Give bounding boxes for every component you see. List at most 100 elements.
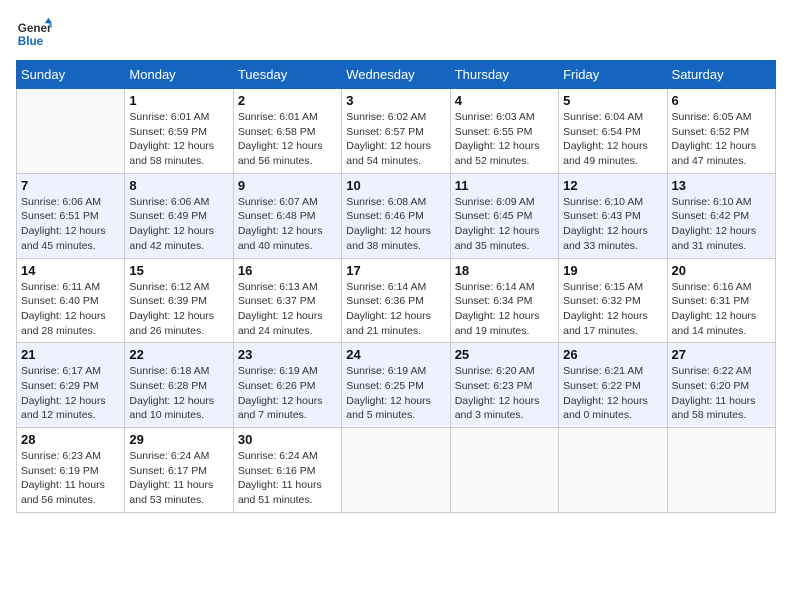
day-cell: 2Sunrise: 6:01 AMSunset: 6:58 PMDaylight… [233, 89, 341, 174]
day-number: 11 [455, 178, 554, 193]
day-info: Sunrise: 6:02 AMSunset: 6:57 PMDaylight:… [346, 110, 445, 169]
day-number: 22 [129, 347, 228, 362]
day-number: 28 [21, 432, 120, 447]
day-cell [17, 89, 125, 174]
day-cell: 23Sunrise: 6:19 AMSunset: 6:26 PMDayligh… [233, 343, 341, 428]
day-cell: 16Sunrise: 6:13 AMSunset: 6:37 PMDayligh… [233, 258, 341, 343]
week-row-1: 1 Sunrise: 6:01 AMSunset: 6:59 PMDaylight… [17, 89, 776, 174]
day-cell [559, 428, 667, 513]
day-info: Sunrise: 6:05 AMSunset: 6:52 PMDaylight:… [672, 110, 771, 169]
day-cell: 17 Sunrise: 6:14 AMSunset: 6:36 PMDayligh… [342, 258, 450, 343]
day-info: Sunrise: 6:04 AMSunset: 6:54 PMDaylight:… [563, 110, 662, 169]
header-tuesday: Tuesday [233, 61, 341, 89]
day-cell: 15 Sunrise: 6:12 AMSunset: 6:39 PMDayligh… [125, 258, 233, 343]
day-number: 18 [455, 263, 554, 278]
day-info: Sunrise: 6:22 AMSunset: 6:20 PMDaylight:… [672, 364, 771, 423]
day-number: 5 [563, 93, 662, 108]
svg-text:Blue: Blue [18, 35, 44, 48]
day-cell [667, 428, 775, 513]
day-info: Sunrise: 6:07 AMSunset: 6:48 PMDaylight:… [238, 195, 337, 254]
day-info: Sunrise: 6:21 AMSunset: 6:22 PMDaylight:… [563, 364, 662, 423]
day-info: Sunrise: 6:06 AMSunset: 6:49 PMDaylight:… [129, 195, 228, 254]
calendar-table: SundayMondayTuesdayWednesdayThursdayFrid… [16, 60, 776, 513]
day-info: Sunrise: 6:14 AMSunset: 6:34 PMDaylight:… [455, 280, 554, 339]
day-info: Sunrise: 6:10 AMSunset: 6:43 PMDaylight:… [563, 195, 662, 254]
day-cell: 19Sunrise: 6:15 AMSunset: 6:32 PMDayligh… [559, 258, 667, 343]
day-info: Sunrise: 6:13 AMSunset: 6:37 PMDaylight:… [238, 280, 337, 339]
day-cell: 20Sunrise: 6:16 AMSunset: 6:31 PMDayligh… [667, 258, 775, 343]
day-number: 29 [129, 432, 228, 447]
week-row-2: 7Sunrise: 6:06 AMSunset: 6:51 PMDaylight… [17, 173, 776, 258]
day-info: Sunrise: 6:17 AMSunset: 6:29 PMDaylight:… [21, 364, 120, 423]
header-sunday: Sunday [17, 61, 125, 89]
day-info: Sunrise: 6:03 AMSunset: 6:55 PMDaylight:… [455, 110, 554, 169]
day-cell: 29Sunrise: 6:24 AMSunset: 6:17 PMDayligh… [125, 428, 233, 513]
day-info: Sunrise: 6:15 AMSunset: 6:32 PMDaylight:… [563, 280, 662, 339]
day-number: 17 [346, 263, 445, 278]
day-cell [450, 428, 558, 513]
header-monday: Monday [125, 61, 233, 89]
day-info: Sunrise: 6:20 AMSunset: 6:23 PMDaylight:… [455, 364, 554, 423]
day-cell: 26 Sunrise: 6:21 AMSunset: 6:22 PMDayligh… [559, 343, 667, 428]
svg-text:General: General [18, 22, 52, 35]
day-cell: 25 Sunrise: 6:20 AMSunset: 6:23 PMDayligh… [450, 343, 558, 428]
day-number: 14 [21, 263, 120, 278]
day-number: 24 [346, 347, 445, 362]
day-info: Sunrise: 6:06 AMSunset: 6:51 PMDaylight:… [21, 195, 120, 254]
day-number: 10 [346, 178, 445, 193]
day-info: Sunrise: 6:08 AMSunset: 6:46 PMDaylight:… [346, 195, 445, 254]
day-cell: 24 Sunrise: 6:19 AMSunset: 6:25 PMDayligh… [342, 343, 450, 428]
header-wednesday: Wednesday [342, 61, 450, 89]
day-info: Sunrise: 6:16 AMSunset: 6:31 PMDaylight:… [672, 280, 771, 339]
day-number: 4 [455, 93, 554, 108]
day-number: 1 [129, 93, 228, 108]
day-info: Sunrise: 6:09 AMSunset: 6:45 PMDaylight:… [455, 195, 554, 254]
day-info: Sunrise: 6:18 AMSunset: 6:28 PMDaylight:… [129, 364, 228, 423]
day-cell: 30 Sunrise: 6:24 AMSunset: 6:16 PMDayligh… [233, 428, 341, 513]
day-cell: 1 Sunrise: 6:01 AMSunset: 6:59 PMDaylight… [125, 89, 233, 174]
day-number: 25 [455, 347, 554, 362]
day-number: 30 [238, 432, 337, 447]
day-cell: 13 Sunrise: 6:10 AMSunset: 6:42 PMDayligh… [667, 173, 775, 258]
header-saturday: Saturday [667, 61, 775, 89]
day-cell [342, 428, 450, 513]
day-cell: 14 Sunrise: 6:11 AMSunset: 6:40 PMDayligh… [17, 258, 125, 343]
day-cell: 21 Sunrise: 6:17 AMSunset: 6:29 PMDayligh… [17, 343, 125, 428]
logo-icon: General Blue [16, 16, 52, 52]
day-info: Sunrise: 6:01 AMSunset: 6:58 PMDaylight:… [238, 110, 337, 169]
day-cell: 12Sunrise: 6:10 AMSunset: 6:43 PMDayligh… [559, 173, 667, 258]
day-info: Sunrise: 6:23 AMSunset: 6:19 PMDaylight:… [21, 449, 120, 508]
day-number: 3 [346, 93, 445, 108]
week-row-3: 14 Sunrise: 6:11 AMSunset: 6:40 PMDayligh… [17, 258, 776, 343]
day-info: Sunrise: 6:11 AMSunset: 6:40 PMDaylight:… [21, 280, 120, 339]
day-info: Sunrise: 6:10 AMSunset: 6:42 PMDaylight:… [672, 195, 771, 254]
header-thursday: Thursday [450, 61, 558, 89]
day-cell: 11 Sunrise: 6:09 AMSunset: 6:45 PMDayligh… [450, 173, 558, 258]
day-cell: 6 Sunrise: 6:05 AMSunset: 6:52 PMDaylight… [667, 89, 775, 174]
day-cell: 18 Sunrise: 6:14 AMSunset: 6:34 PMDayligh… [450, 258, 558, 343]
calendar-header: SundayMondayTuesdayWednesdayThursdayFrid… [17, 61, 776, 89]
day-cell: 27 Sunrise: 6:22 AMSunset: 6:20 PMDayligh… [667, 343, 775, 428]
day-number: 21 [21, 347, 120, 362]
day-info: Sunrise: 6:19 AMSunset: 6:26 PMDaylight:… [238, 364, 337, 423]
day-number: 8 [129, 178, 228, 193]
day-info: Sunrise: 6:14 AMSunset: 6:36 PMDaylight:… [346, 280, 445, 339]
day-info: Sunrise: 6:12 AMSunset: 6:39 PMDaylight:… [129, 280, 228, 339]
day-cell: 4 Sunrise: 6:03 AMSunset: 6:55 PMDaylight… [450, 89, 558, 174]
day-number: 26 [563, 347, 662, 362]
calendar-body: 1 Sunrise: 6:01 AMSunset: 6:59 PMDaylight… [17, 89, 776, 513]
day-info: Sunrise: 6:19 AMSunset: 6:25 PMDaylight:… [346, 364, 445, 423]
day-cell: 9Sunrise: 6:07 AMSunset: 6:48 PMDaylight… [233, 173, 341, 258]
day-info: Sunrise: 6:24 AMSunset: 6:16 PMDaylight:… [238, 449, 337, 508]
day-number: 15 [129, 263, 228, 278]
day-cell: 8 Sunrise: 6:06 AMSunset: 6:49 PMDaylight… [125, 173, 233, 258]
day-number: 6 [672, 93, 771, 108]
page-header: General Blue [16, 16, 776, 52]
day-number: 13 [672, 178, 771, 193]
day-number: 27 [672, 347, 771, 362]
day-cell: 28 Sunrise: 6:23 AMSunset: 6:19 PMDayligh… [17, 428, 125, 513]
day-cell: 22 Sunrise: 6:18 AMSunset: 6:28 PMDayligh… [125, 343, 233, 428]
day-cell: 7Sunrise: 6:06 AMSunset: 6:51 PMDaylight… [17, 173, 125, 258]
day-cell: 5 Sunrise: 6:04 AMSunset: 6:54 PMDaylight… [559, 89, 667, 174]
day-info: Sunrise: 6:01 AMSunset: 6:59 PMDaylight:… [129, 110, 228, 169]
